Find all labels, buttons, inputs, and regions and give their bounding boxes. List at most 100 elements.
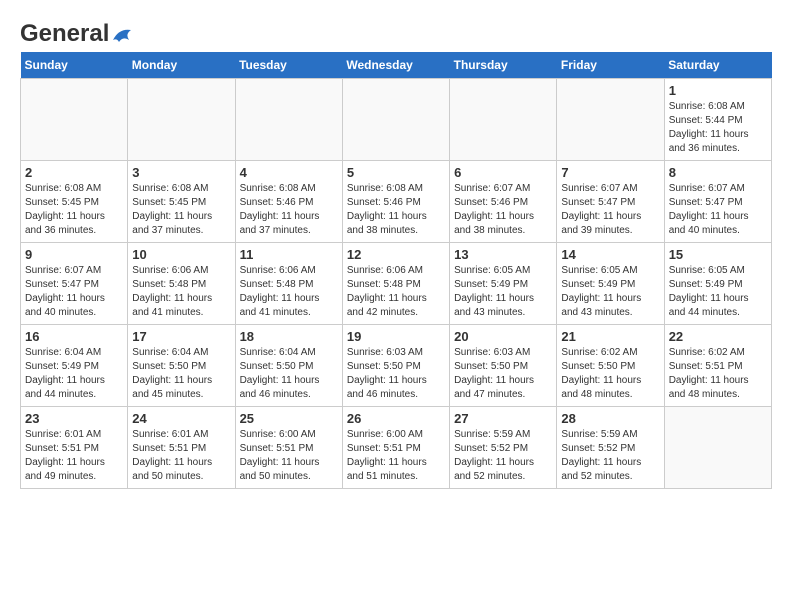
day-cell bbox=[235, 79, 342, 161]
day-cell: 4 Sunrise: 6:08 AMSunset: 5:46 PMDaylight… bbox=[235, 161, 342, 243]
day-number: 21 bbox=[561, 329, 659, 344]
day-info: Sunrise: 6:03 AMSunset: 5:50 PMDaylight:… bbox=[454, 346, 552, 402]
day-cell: 22 Sunrise: 6:02 AMSunset: 5:51 PMDayligh… bbox=[664, 325, 771, 407]
logo: General bbox=[20, 20, 133, 42]
week-row-2: 9 Sunrise: 6:07 AMSunset: 5:47 PMDaylight… bbox=[21, 243, 772, 325]
day-cell bbox=[342, 79, 449, 161]
day-number: 7 bbox=[561, 165, 659, 180]
day-number: 22 bbox=[669, 329, 767, 344]
day-header-row: SundayMondayTuesdayWednesdayThursdayFrid… bbox=[21, 52, 772, 79]
week-row-1: 2 Sunrise: 6:08 AMSunset: 5:45 PMDaylight… bbox=[21, 161, 772, 243]
day-cell: 26 Sunrise: 6:00 AMSunset: 5:51 PMDayligh… bbox=[342, 407, 449, 489]
day-info: Sunrise: 6:00 AMSunset: 5:51 PMDaylight:… bbox=[240, 428, 338, 484]
day-cell: 25 Sunrise: 6:00 AMSunset: 5:51 PMDayligh… bbox=[235, 407, 342, 489]
day-cell bbox=[664, 407, 771, 489]
week-row-4: 23 Sunrise: 6:01 AMSunset: 5:51 PMDayligh… bbox=[21, 407, 772, 489]
day-number: 6 bbox=[454, 165, 552, 180]
day-info: Sunrise: 6:07 AMSunset: 5:47 PMDaylight:… bbox=[669, 182, 767, 238]
day-info: Sunrise: 6:03 AMSunset: 5:50 PMDaylight:… bbox=[347, 346, 445, 402]
day-cell bbox=[128, 79, 235, 161]
day-cell: 20 Sunrise: 6:03 AMSunset: 5:50 PMDayligh… bbox=[450, 325, 557, 407]
day-cell: 9 Sunrise: 6:07 AMSunset: 5:47 PMDaylight… bbox=[21, 243, 128, 325]
calendar-table: SundayMondayTuesdayWednesdayThursdayFrid… bbox=[20, 52, 772, 489]
header-monday: Monday bbox=[128, 52, 235, 79]
day-number: 2 bbox=[25, 165, 123, 180]
day-cell: 6 Sunrise: 6:07 AMSunset: 5:46 PMDaylight… bbox=[450, 161, 557, 243]
day-number: 5 bbox=[347, 165, 445, 180]
day-info: Sunrise: 6:06 AMSunset: 5:48 PMDaylight:… bbox=[132, 264, 230, 320]
day-info: Sunrise: 6:05 AMSunset: 5:49 PMDaylight:… bbox=[561, 264, 659, 320]
day-number: 26 bbox=[347, 411, 445, 426]
header-wednesday: Wednesday bbox=[342, 52, 449, 79]
day-number: 23 bbox=[25, 411, 123, 426]
day-number: 4 bbox=[240, 165, 338, 180]
day-info: Sunrise: 6:08 AMSunset: 5:46 PMDaylight:… bbox=[240, 182, 338, 238]
day-cell: 16Sunrise: 6:04 AMSunset: 5:49 PMDayligh… bbox=[21, 325, 128, 407]
day-info: Sunrise: 6:04 AMSunset: 5:49 PMDaylight:… bbox=[25, 346, 123, 402]
day-cell: 5 Sunrise: 6:08 AMSunset: 5:46 PMDaylight… bbox=[342, 161, 449, 243]
day-number: 19 bbox=[347, 329, 445, 344]
day-info: Sunrise: 5:59 AMSunset: 5:52 PMDaylight:… bbox=[454, 428, 552, 484]
day-info: Sunrise: 6:08 AMSunset: 5:45 PMDaylight:… bbox=[25, 182, 123, 238]
header-saturday: Saturday bbox=[664, 52, 771, 79]
day-cell: 19 Sunrise: 6:03 AMSunset: 5:50 PMDayligh… bbox=[342, 325, 449, 407]
logo-general: General bbox=[20, 20, 109, 47]
day-cell: 24 Sunrise: 6:01 AMSunset: 5:51 PMDayligh… bbox=[128, 407, 235, 489]
week-row-0: 1 Sunrise: 6:08 AMSunset: 5:44 PMDaylight… bbox=[21, 79, 772, 161]
day-cell: 12Sunrise: 6:06 AMSunset: 5:48 PMDayligh… bbox=[342, 243, 449, 325]
day-cell: 21 Sunrise: 6:02 AMSunset: 5:50 PMDayligh… bbox=[557, 325, 664, 407]
day-info: Sunrise: 6:01 AMSunset: 5:51 PMDaylight:… bbox=[132, 428, 230, 484]
day-number: 11 bbox=[240, 247, 338, 262]
day-cell bbox=[21, 79, 128, 161]
day-info: Sunrise: 6:00 AMSunset: 5:51 PMDaylight:… bbox=[347, 428, 445, 484]
day-number: 3 bbox=[132, 165, 230, 180]
day-info: Sunrise: 6:04 AMSunset: 5:50 PMDaylight:… bbox=[240, 346, 338, 402]
day-info: Sunrise: 6:02 AMSunset: 5:51 PMDaylight:… bbox=[669, 346, 767, 402]
day-number: 25 bbox=[240, 411, 338, 426]
day-number: 8 bbox=[669, 165, 767, 180]
day-info: Sunrise: 6:08 AMSunset: 5:45 PMDaylight:… bbox=[132, 182, 230, 238]
day-info: Sunrise: 6:07 AMSunset: 5:47 PMDaylight:… bbox=[561, 182, 659, 238]
day-number: 9 bbox=[25, 247, 123, 262]
day-info: Sunrise: 6:01 AMSunset: 5:51 PMDaylight:… bbox=[25, 428, 123, 484]
header-tuesday: Tuesday bbox=[235, 52, 342, 79]
day-cell: 2 Sunrise: 6:08 AMSunset: 5:45 PMDaylight… bbox=[21, 161, 128, 243]
day-number: 27 bbox=[454, 411, 552, 426]
day-info: Sunrise: 6:07 AMSunset: 5:46 PMDaylight:… bbox=[454, 182, 552, 238]
day-cell: 7 Sunrise: 6:07 AMSunset: 5:47 PMDaylight… bbox=[557, 161, 664, 243]
day-info: Sunrise: 6:05 AMSunset: 5:49 PMDaylight:… bbox=[454, 264, 552, 320]
day-info: Sunrise: 6:08 AMSunset: 5:44 PMDaylight:… bbox=[669, 100, 767, 156]
day-cell: 1 Sunrise: 6:08 AMSunset: 5:44 PMDaylight… bbox=[664, 79, 771, 161]
day-cell: 15Sunrise: 6:05 AMSunset: 5:49 PMDayligh… bbox=[664, 243, 771, 325]
day-cell: 14 Sunrise: 6:05 AMSunset: 5:49 PMDayligh… bbox=[557, 243, 664, 325]
day-info: Sunrise: 6:05 AMSunset: 5:49 PMDaylight:… bbox=[669, 264, 767, 320]
day-info: Sunrise: 6:02 AMSunset: 5:50 PMDaylight:… bbox=[561, 346, 659, 402]
day-number: 24 bbox=[132, 411, 230, 426]
day-number: 10 bbox=[132, 247, 230, 262]
logo-bird-icon bbox=[111, 26, 133, 44]
day-info: Sunrise: 6:08 AMSunset: 5:46 PMDaylight:… bbox=[347, 182, 445, 238]
day-info: Sunrise: 6:07 AMSunset: 5:47 PMDaylight:… bbox=[25, 264, 123, 320]
logo-text: General bbox=[20, 20, 133, 48]
day-cell: 28 Sunrise: 5:59 AMSunset: 5:52 PMDayligh… bbox=[557, 407, 664, 489]
day-number: 14 bbox=[561, 247, 659, 262]
day-info: Sunrise: 6:06 AMSunset: 5:48 PMDaylight:… bbox=[240, 264, 338, 320]
day-cell: 13Sunrise: 6:05 AMSunset: 5:49 PMDayligh… bbox=[450, 243, 557, 325]
day-cell: 17 Sunrise: 6:04 AMSunset: 5:50 PMDayligh… bbox=[128, 325, 235, 407]
day-number: 17 bbox=[132, 329, 230, 344]
day-cell bbox=[557, 79, 664, 161]
day-number: 20 bbox=[454, 329, 552, 344]
day-cell: 3 Sunrise: 6:08 AMSunset: 5:45 PMDaylight… bbox=[128, 161, 235, 243]
day-cell: 11 Sunrise: 6:06 AMSunset: 5:48 PMDayligh… bbox=[235, 243, 342, 325]
day-cell: 10 Sunrise: 6:06 AMSunset: 5:48 PMDayligh… bbox=[128, 243, 235, 325]
day-cell: 23 Sunrise: 6:01 AMSunset: 5:51 PMDayligh… bbox=[21, 407, 128, 489]
day-number: 28 bbox=[561, 411, 659, 426]
day-info: Sunrise: 5:59 AMSunset: 5:52 PMDaylight:… bbox=[561, 428, 659, 484]
day-info: Sunrise: 6:06 AMSunset: 5:48 PMDaylight:… bbox=[347, 264, 445, 320]
header-friday: Friday bbox=[557, 52, 664, 79]
week-row-3: 16Sunrise: 6:04 AMSunset: 5:49 PMDayligh… bbox=[21, 325, 772, 407]
header-sunday: Sunday bbox=[21, 52, 128, 79]
day-number: 1 bbox=[669, 83, 767, 98]
day-info: Sunrise: 6:04 AMSunset: 5:50 PMDaylight:… bbox=[132, 346, 230, 402]
day-cell: 8 Sunrise: 6:07 AMSunset: 5:47 PMDaylight… bbox=[664, 161, 771, 243]
